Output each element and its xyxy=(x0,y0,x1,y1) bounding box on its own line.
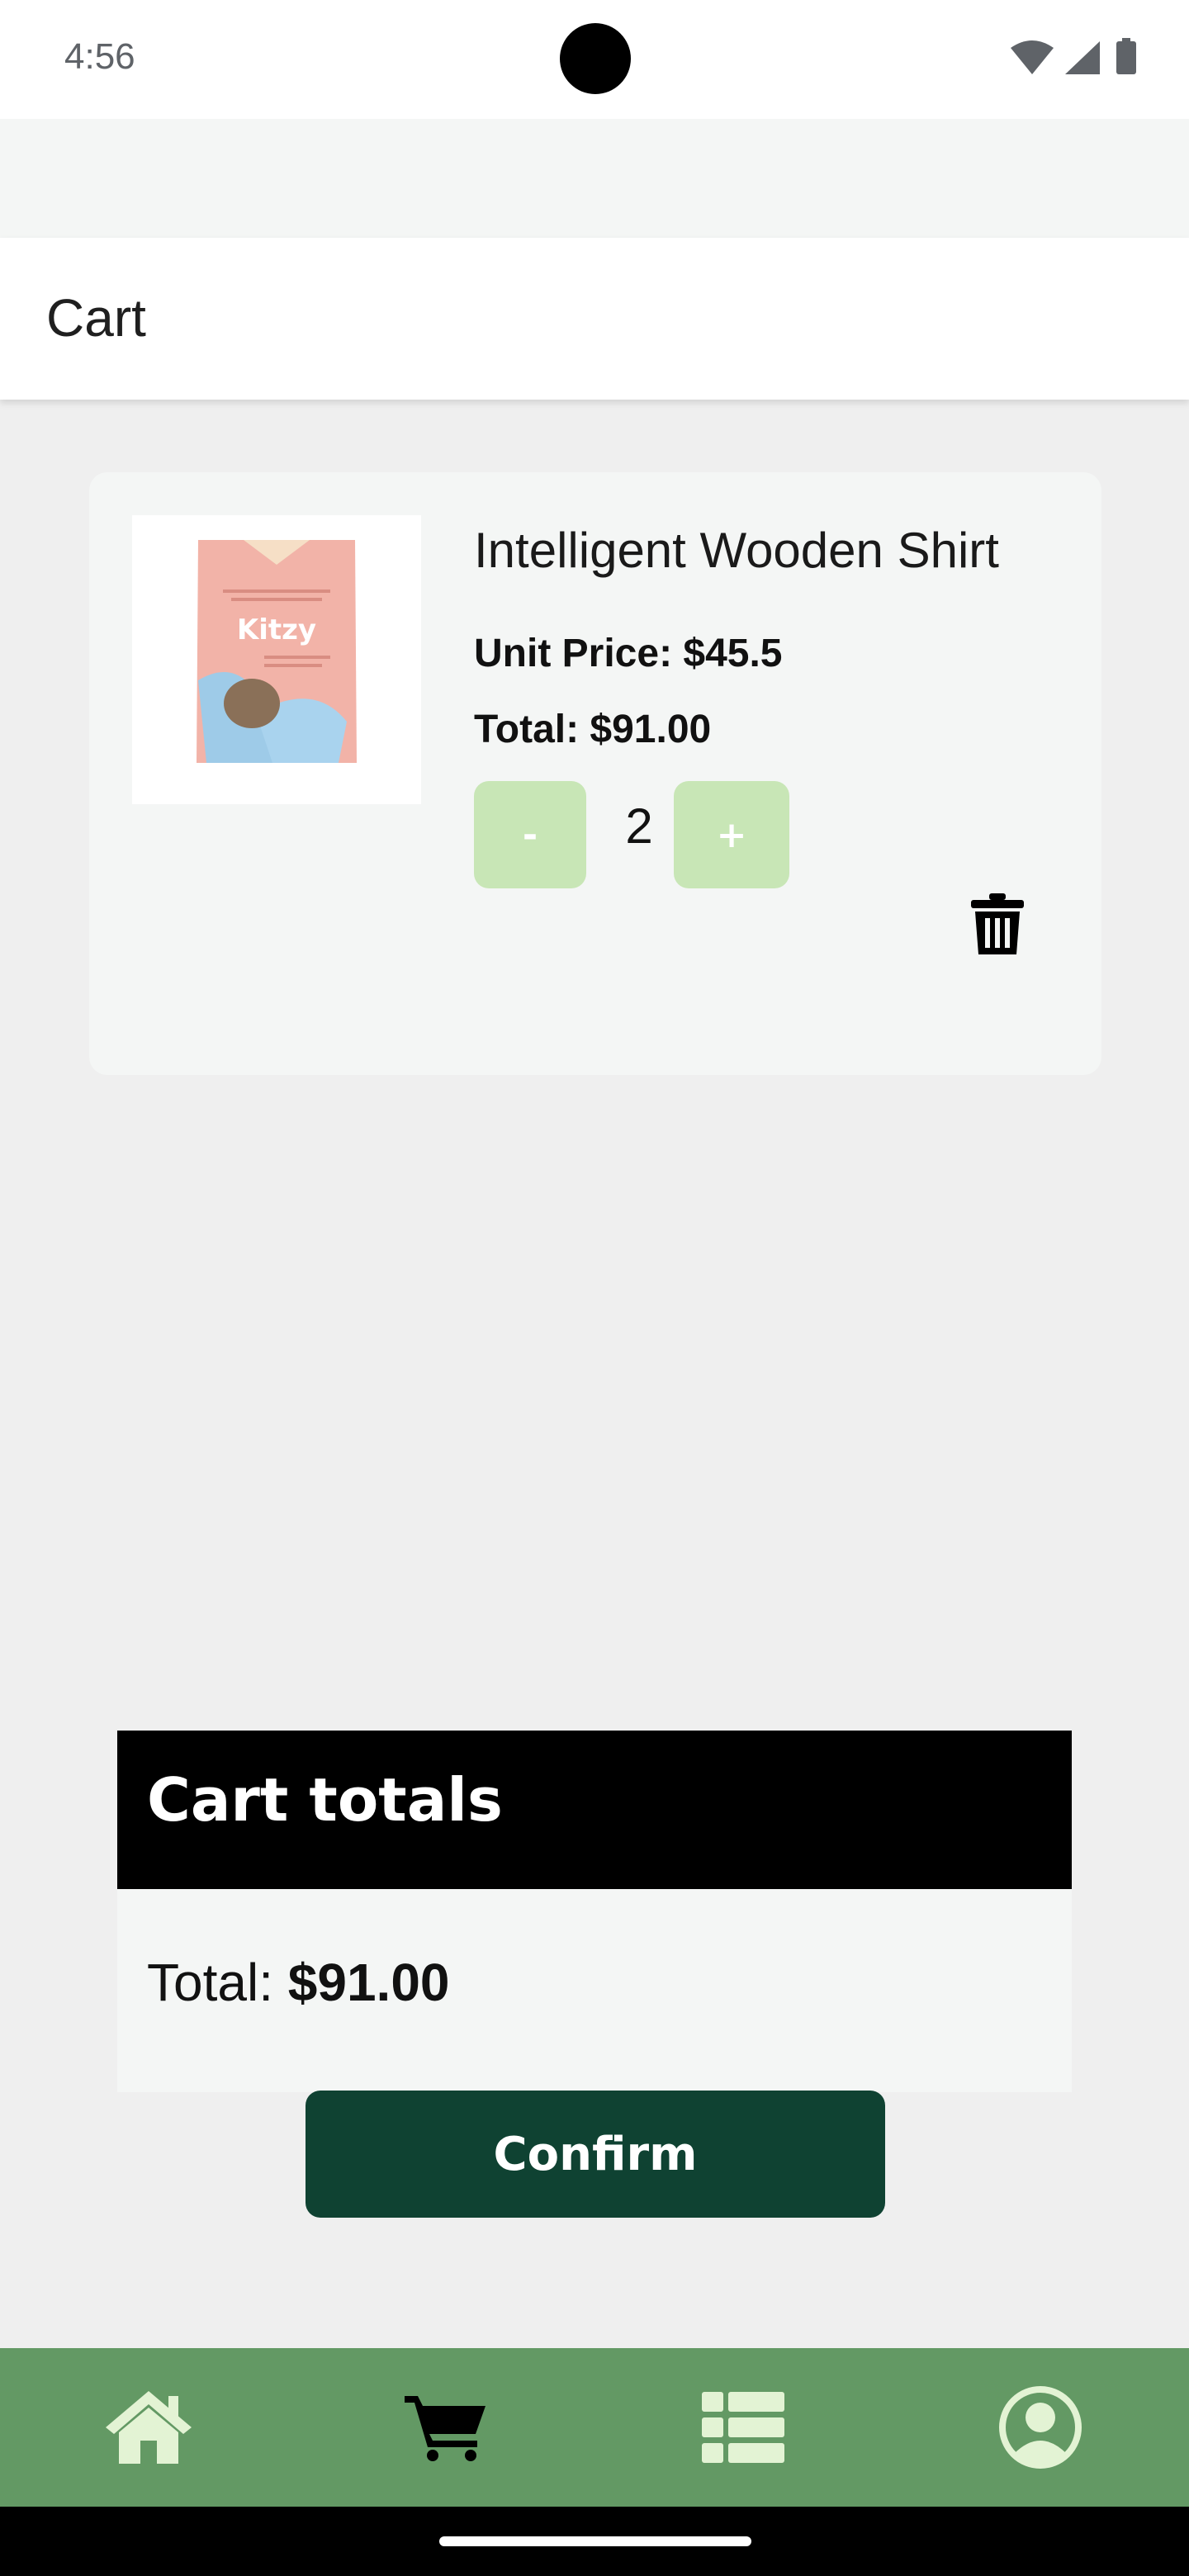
cart-icon xyxy=(405,2396,486,2461)
nav-home[interactable] xyxy=(66,2348,231,2507)
signal-icon xyxy=(1065,41,1100,74)
list-icon xyxy=(702,2392,784,2463)
cart-total-line: Total: $91.00 xyxy=(147,1952,450,2013)
cart-total-label: Total: xyxy=(147,1953,288,2012)
app-bar: Cart xyxy=(0,238,1189,400)
trash-icon[interactable] xyxy=(971,893,1024,954)
decrease-quantity-button[interactable]: - xyxy=(474,781,586,888)
product-image: Kitzy xyxy=(132,515,421,804)
wifi-icon xyxy=(1011,40,1054,74)
nav-profile[interactable] xyxy=(958,2348,1123,2507)
cart-totals-header: Cart totals xyxy=(117,1731,1072,1889)
cart-item-card: Kitzy Intelligent Wooden Shirt Unit Pric… xyxy=(89,472,1101,1075)
camera-cutout xyxy=(560,23,631,94)
profile-icon xyxy=(999,2386,1082,2469)
home-gesture-handle[interactable] xyxy=(439,2536,751,2546)
bottom-nav xyxy=(0,2348,1189,2507)
cart-totals-title: Cart totals xyxy=(147,1765,503,1835)
product-name: Intelligent Wooden Shirt xyxy=(474,523,999,578)
status-time: 4:56 xyxy=(64,36,135,77)
home-icon xyxy=(106,2391,192,2464)
cart-total-value: $91.00 xyxy=(287,1953,450,2012)
item-total: Total: $91.00 xyxy=(474,708,712,751)
confirm-button[interactable]: Confirm xyxy=(306,2091,885,2218)
nav-cart[interactable] xyxy=(363,2348,528,2507)
status-bar: 4:56 xyxy=(0,0,1189,119)
top-spacer xyxy=(0,119,1189,238)
quantity-value: 2 xyxy=(625,798,653,854)
cat-food-bag-image: Kitzy xyxy=(197,540,357,763)
unit-price: Unit Price: $45.5 xyxy=(474,632,783,675)
page-title: Cart xyxy=(46,288,146,348)
cart-totals-body: Total: $91.00 xyxy=(117,1889,1072,2092)
increase-quantity-button[interactable]: + xyxy=(674,781,789,888)
product-brand-logo: Kitzy xyxy=(237,613,316,646)
battery-icon xyxy=(1116,41,1136,74)
nav-orders[interactable] xyxy=(661,2348,826,2507)
system-status-icons xyxy=(1011,38,1136,74)
